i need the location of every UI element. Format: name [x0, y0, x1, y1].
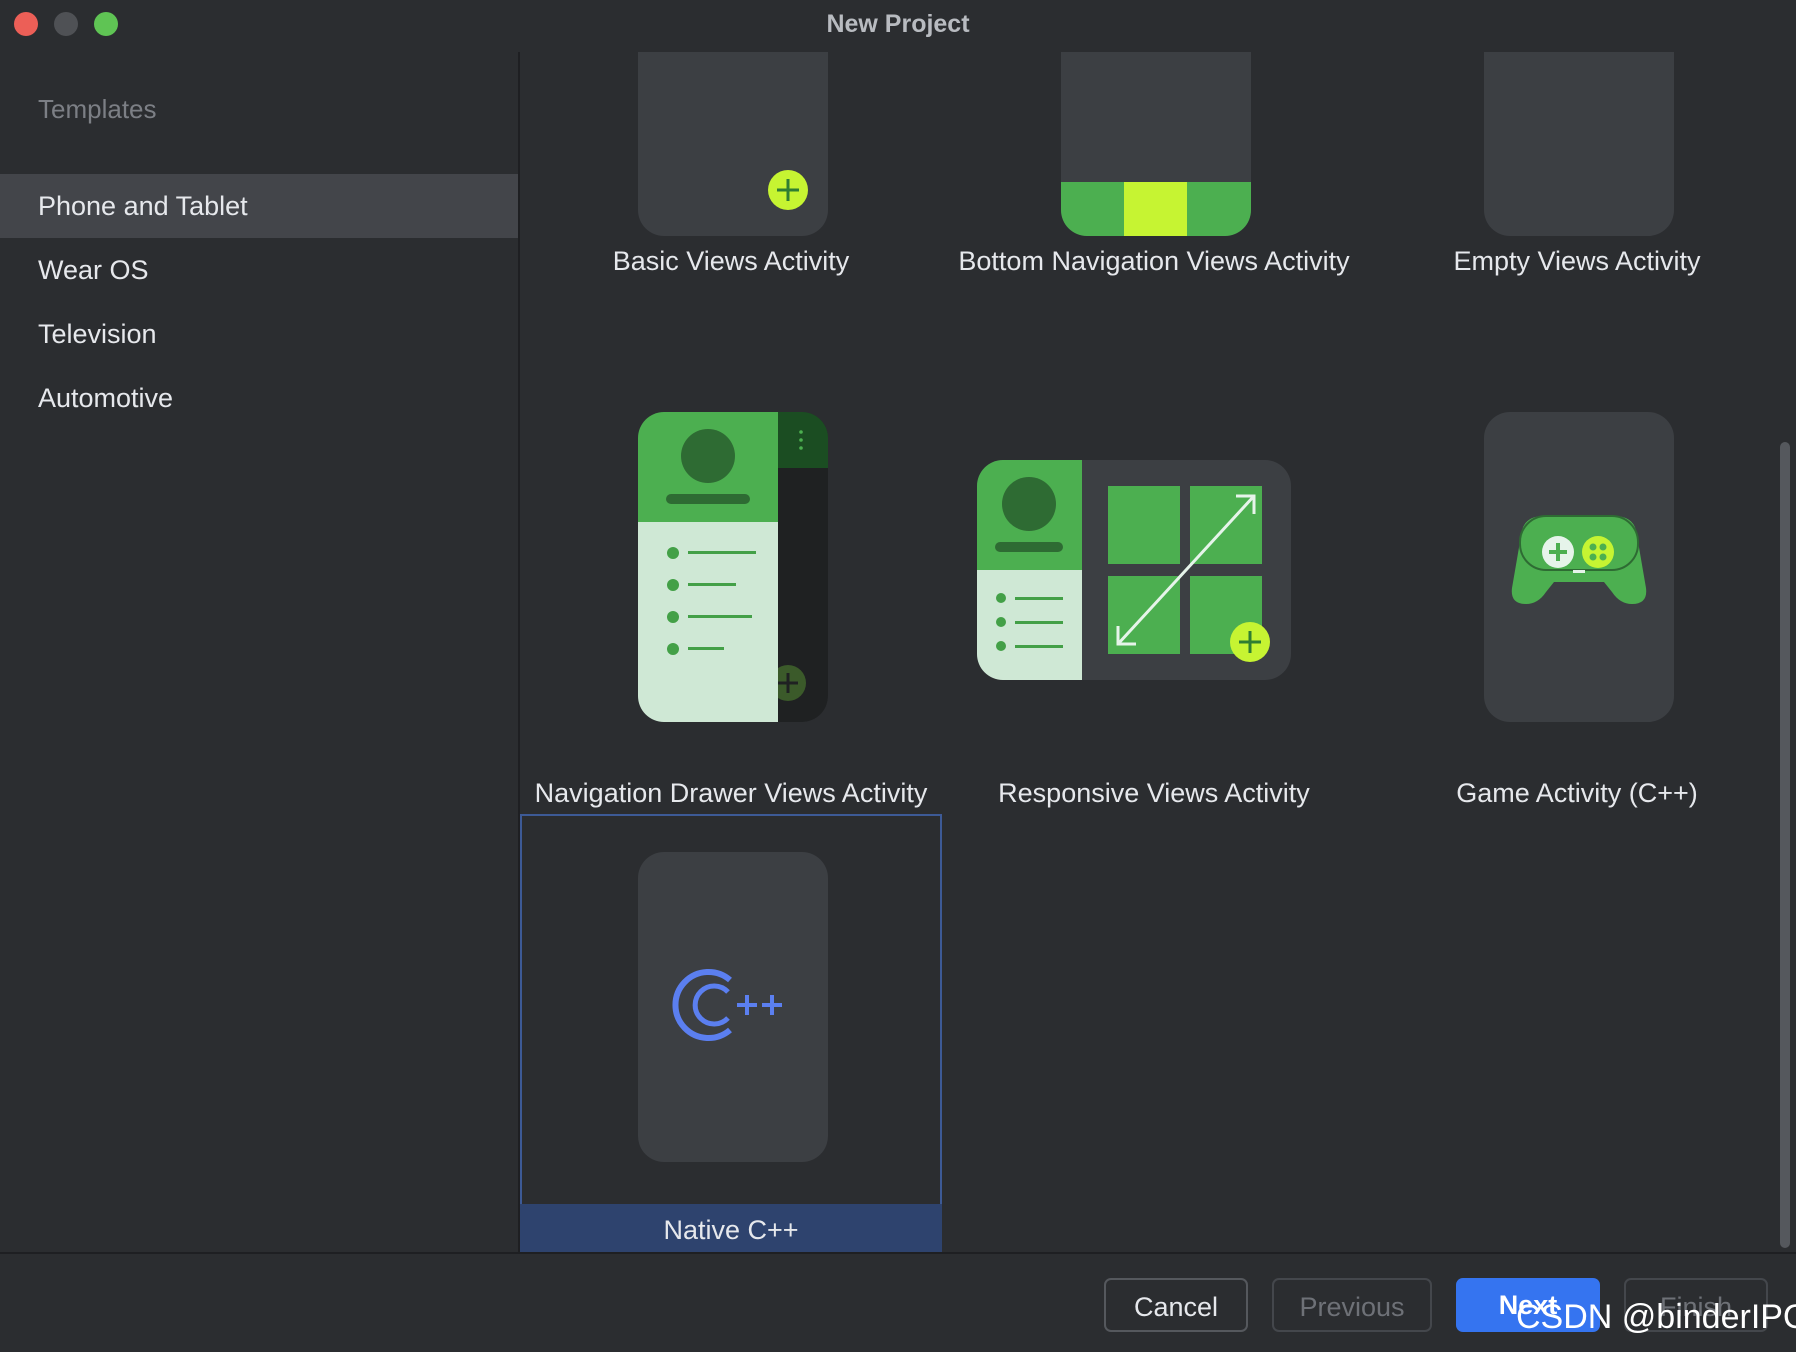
- template-card-empty-views[interactable]: Empty Views Activity: [1366, 52, 1776, 398]
- previous-button[interactable]: Previous: [1272, 1278, 1432, 1332]
- bottom-nav-bar-icon: [1061, 182, 1251, 236]
- watermark-text: CSDN @binderIPC: [1516, 1298, 1796, 1336]
- template-card-bottom-navigation[interactable]: Bottom Navigation Views Activity: [943, 52, 1365, 398]
- cpp-logo-preview-icon: [638, 852, 828, 1162]
- cpp-logo-icon: [672, 969, 782, 1041]
- sidebar-item-automotive[interactable]: Automotive: [0, 366, 518, 430]
- sidebar-heading: Templates: [38, 94, 157, 124]
- scrollbar-thumb[interactable]: [1780, 442, 1790, 1248]
- template-card-native-cpp[interactable]: Native C++: [520, 814, 942, 1252]
- template-card-basic-views[interactable]: Basic Views Activity: [520, 52, 942, 398]
- responsive-illustration-icon: [977, 460, 1270, 680]
- template-card-navigation-drawer[interactable]: Navigation Drawer Views Activity: [520, 412, 942, 852]
- templates-sidebar: Templates Phone and Tablet Wear OS Telev…: [0, 52, 520, 1252]
- bottom-navigation-preview-icon: [1061, 52, 1251, 236]
- template-grid: Basic Views Activity Bottom Navigation V…: [520, 52, 1776, 1252]
- template-label: Game Activity (C++): [1456, 778, 1698, 808]
- responsive-views-preview-icon: [977, 460, 1291, 680]
- template-label: Navigation Drawer Views Activity: [534, 778, 928, 808]
- drawer-illustration-icon: [638, 412, 828, 722]
- navigation-drawer-preview-icon: [638, 412, 828, 722]
- empty-views-preview-icon: [1484, 52, 1674, 236]
- template-label: Empty Views Activity: [1453, 246, 1701, 276]
- template-card-responsive-views[interactable]: Responsive Views Activity: [943, 412, 1365, 852]
- window-title: New Project: [826, 10, 970, 38]
- game-controller-icon: [1511, 515, 1647, 604]
- basic-views-preview-icon: [638, 52, 828, 236]
- template-label: Responsive Views Activity: [998, 778, 1310, 808]
- title-bar: New Project: [0, 0, 1796, 52]
- template-label: Basic Views Activity: [612, 246, 850, 276]
- sidebar-item-wear-os[interactable]: Wear OS: [0, 238, 518, 302]
- cancel-button[interactable]: Cancel: [1104, 1278, 1248, 1332]
- template-label: Bottom Navigation Views Activity: [958, 246, 1350, 276]
- sidebar-item-television[interactable]: Television: [0, 302, 518, 366]
- vertical-scrollbar[interactable]: [1776, 52, 1796, 1252]
- game-controller-preview-icon: [1484, 412, 1674, 722]
- sidebar-item-phone-and-tablet[interactable]: Phone and Tablet: [0, 174, 518, 238]
- template-label: Native C++: [663, 1215, 799, 1245]
- template-card-game-activity[interactable]: Game Activity (C++): [1366, 412, 1776, 852]
- fab-icon: [768, 170, 808, 210]
